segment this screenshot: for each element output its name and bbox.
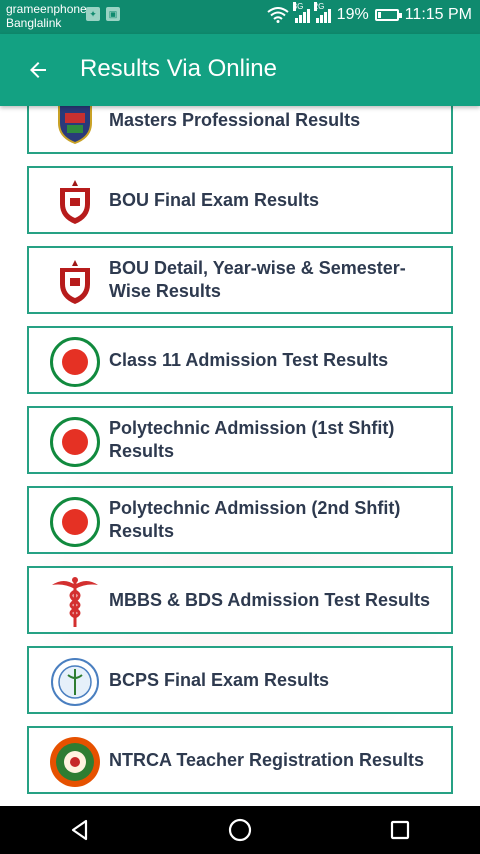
triangle-back-icon bbox=[71, 819, 88, 841]
results-list[interactable]: Masters Professional Results BOU Final E… bbox=[0, 106, 480, 806]
result-item-label: Polytechnic Admission (1st Shfit) Result… bbox=[109, 418, 395, 461]
university-crest-icon bbox=[49, 106, 101, 148]
result-item-label: BOU Detail, Year-wise & Semester-Wise Re… bbox=[109, 258, 406, 301]
back-button[interactable] bbox=[20, 52, 56, 88]
result-item-bou-final[interactable]: BOU Final Exam Results bbox=[27, 166, 453, 234]
carrier-2: Banglalink bbox=[6, 16, 62, 30]
status-right: 3G 2G 19% 11:15 PM bbox=[267, 2, 472, 24]
result-item-bou-detail[interactable]: BOU Detail, Year-wise & Semester-Wise Re… bbox=[27, 246, 453, 314]
result-item-label: MBBS & BDS Admission Test Results bbox=[109, 589, 431, 610]
govt-seal-icon bbox=[49, 416, 101, 468]
result-item-mbbs-bds[interactable]: MBBS & BDS Admission Test Results bbox=[27, 566, 453, 634]
nav-recents-button[interactable] bbox=[370, 810, 430, 850]
result-item-label: BOU Final Exam Results bbox=[109, 189, 320, 210]
bcps-seal-icon bbox=[49, 656, 101, 708]
carrier-names: grameenphone Banglalink bbox=[6, 2, 87, 30]
clock: 11:15 PM bbox=[404, 6, 472, 23]
page-title: Results Via Online bbox=[80, 55, 277, 82]
carrier-1: grameenphone bbox=[6, 2, 87, 16]
result-item-bcps-final[interactable]: BCPS Final Exam Results bbox=[27, 646, 453, 714]
bou-shield-icon bbox=[49, 176, 101, 228]
status-bar: grameenphone Banglalink ✦ ▣ 3G 2G 19% 11… bbox=[0, 0, 480, 34]
nav-back-button[interactable] bbox=[50, 810, 110, 850]
app-notification-icon: ✦ bbox=[86, 7, 100, 21]
signal-1-icon: 3G bbox=[292, 2, 310, 23]
system-navigation-bar bbox=[0, 806, 480, 854]
network-type-2: 2G bbox=[313, 2, 325, 11]
result-item-ntrca[interactable]: NTRCA Teacher Registration Results bbox=[27, 726, 453, 794]
square-recents-icon bbox=[390, 820, 410, 840]
notification-icons: ✦ ▣ bbox=[86, 7, 120, 21]
govt-seal-icon bbox=[49, 336, 101, 388]
ntrca-seal-icon bbox=[49, 736, 101, 788]
result-item-label: BCPS Final Exam Results bbox=[109, 669, 330, 690]
nav-home-button[interactable] bbox=[210, 810, 270, 850]
app-bar: Results Via Online bbox=[0, 34, 480, 106]
network-type-1: 3G bbox=[292, 2, 304, 11]
circle-home-icon bbox=[228, 818, 252, 842]
result-item-masters-professional[interactable]: Masters Professional Results bbox=[27, 106, 453, 154]
caduceus-icon bbox=[49, 576, 101, 628]
result-item-label: Class 11 Admission Test Results bbox=[109, 349, 389, 370]
battery-icon bbox=[374, 9, 402, 21]
result-item-label: Polytechnic Admission (2nd Shfit) Result… bbox=[109, 498, 401, 541]
battery-percent: 19% bbox=[336, 6, 369, 23]
wifi-icon bbox=[267, 7, 289, 23]
bou-shield-icon bbox=[49, 256, 101, 308]
image-notification-icon: ▣ bbox=[106, 7, 120, 21]
result-item-label: NTRCA Teacher Registration Results bbox=[109, 749, 425, 770]
govt-seal-icon bbox=[49, 496, 101, 548]
result-item-polytechnic-2nd[interactable]: Polytechnic Admission (2nd Shfit) Result… bbox=[27, 486, 453, 554]
arrow-back-icon bbox=[30, 62, 46, 78]
signal-2-icon: 2G bbox=[313, 2, 331, 23]
result-item-polytechnic-1st[interactable]: Polytechnic Admission (1st Shfit) Result… bbox=[27, 406, 453, 474]
result-item-class-11-admission[interactable]: Class 11 Admission Test Results bbox=[27, 326, 453, 394]
result-item-label: Masters Professional Results bbox=[109, 109, 361, 130]
